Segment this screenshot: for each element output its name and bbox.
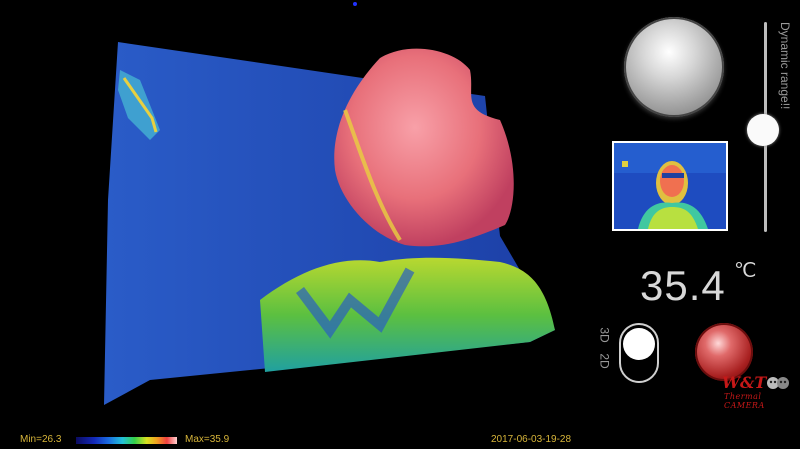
- brand-logo: W&T Thermal CAMERA: [722, 373, 800, 410]
- logo-subtitle: Thermal CAMERA: [724, 392, 765, 410]
- thermal-2d-preview[interactable]: [612, 141, 728, 231]
- thermal-3d-viewport[interactable]: [0, 0, 600, 430]
- mode-toggle-switch[interactable]: [619, 323, 659, 383]
- shutter-button[interactable]: [624, 17, 724, 117]
- thermal-3d-render: [104, 42, 555, 405]
- camera-indicator-dot: [353, 2, 357, 6]
- logo-brand-text: W&T: [722, 373, 767, 392]
- min-temperature-label: Min=26.3: [20, 434, 62, 445]
- thermal-2d-image: [614, 143, 726, 229]
- thermal-color-scale: [76, 437, 177, 444]
- mode-label-3d: 3D: [597, 327, 612, 343]
- logo-mask-icon: [767, 377, 789, 389]
- capture-timestamp: 2017-06-03-19-28: [491, 434, 572, 445]
- max-temperature-label: Max=35.9: [185, 434, 230, 445]
- temperature-value: 35.4: [640, 262, 726, 309]
- dynamic-range-label: Dynamic range!!: [778, 22, 792, 110]
- mode-label-2d: 2D: [597, 353, 612, 369]
- temperature-unit: ℃: [734, 260, 757, 282]
- mode-toggle-knob: [623, 328, 655, 360]
